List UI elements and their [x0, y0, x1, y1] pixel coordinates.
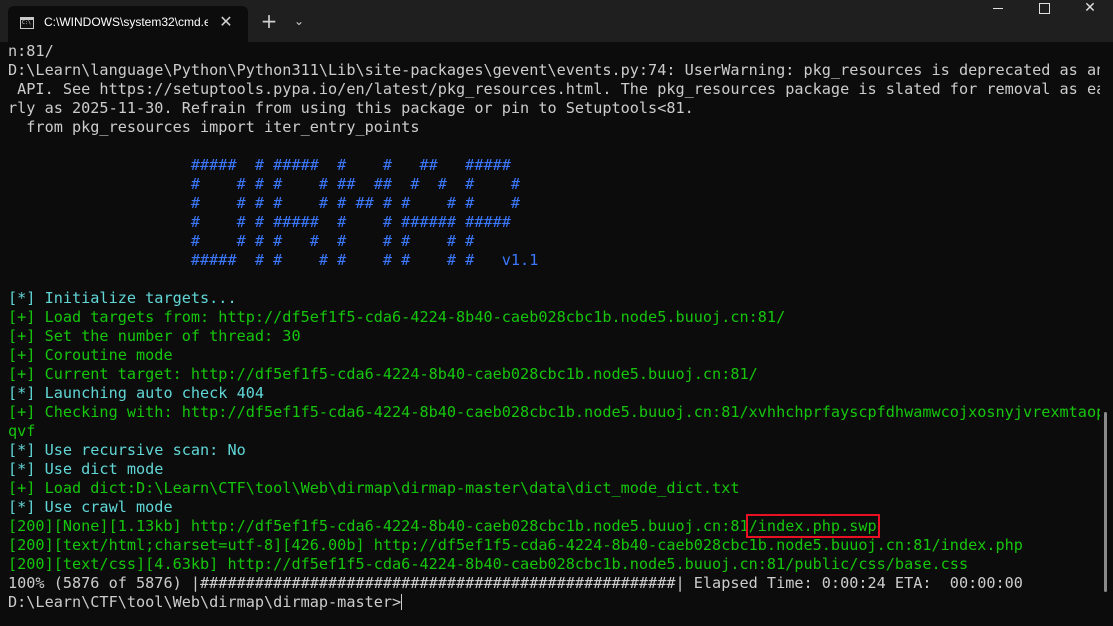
console-line: [+] Coroutine mode [8, 346, 1100, 365]
console-line: [+] Set the number of thread: 30 [8, 327, 1100, 346]
console-line: ##### # ##### # # ## ##### [8, 156, 1100, 175]
text-cursor [401, 594, 403, 610]
console-line-text: [*] Use dict mode [8, 460, 164, 478]
console-line-text: [+] Current target: http://df5ef1f5-cda6… [8, 365, 758, 383]
console-line: [200][None][1.13kb] http://df5ef1f5-cda6… [8, 514, 1100, 538]
console-line-text: API. See https://setuptools.pypa.io/en/l… [8, 80, 1100, 98]
minimize-icon [993, 7, 1003, 9]
console-line-text: [*] Use recursive scan: No [8, 441, 246, 459]
console-line: [+] Load dict:D:\Learn\CTF\tool\Web\dirm… [8, 479, 1100, 498]
console-line-text: ##### # ##### # # ## ##### [8, 156, 511, 174]
console-line: from pkg_resources import iter_entry_poi… [8, 118, 1100, 137]
console-line-text: [+] Set the number of thread: 30 [8, 327, 301, 345]
console-line-text: ##### # # # # # # # # v1.1 [8, 251, 539, 269]
console-line: rly as 2025-11-30. Refrain from using th… [8, 99, 1100, 118]
terminal-tab[interactable]: C:\WINDOWS\system32\cmd.e ✕ [8, 6, 248, 42]
console-line: [+] Current target: http://df5ef1f5-cda6… [8, 365, 1100, 384]
console-line-text: # # # ##### # # ###### ##### [8, 213, 511, 231]
console-line: ##### # # # # # # # # v1.1 [8, 251, 1100, 270]
console-line-text: qvf [8, 422, 36, 440]
console-line: # # # # # # ## # # # # # [8, 194, 1100, 213]
console-line: 100% (5876 of 5876) |###################… [8, 574, 1100, 593]
minimize-button[interactable] [975, 0, 1021, 40]
console-line: [+] Load targets from: http://df5ef1f5-c… [8, 308, 1100, 327]
tab-title: C:\WINDOWS\system32\cmd.e [44, 15, 208, 29]
console-line-text: [200][text/html;charset=utf-8][426.00b] … [8, 536, 1023, 554]
maximize-icon [1038, 2, 1050, 14]
console-line-text: [+] Checking with: http://df5ef1f5-cda6-… [8, 403, 1100, 421]
maximize-button[interactable] [1021, 0, 1067, 40]
console-output[interactable]: n:81/D:\Learn\language\Python\Python311\… [0, 42, 1100, 626]
console-line-text: rly as 2025-11-30. Refrain from using th… [8, 99, 694, 117]
console-line: # # # # # # # # # # [8, 232, 1100, 251]
console-line: n:81/ [8, 42, 1100, 61]
console-line: D:\Learn\CTF\tool\Web\dirmap\dirmap-mast… [8, 593, 1100, 612]
console-line: [200][text/html;charset=utf-8][426.00b] … [8, 536, 1100, 555]
console-line-text: 100% (5876 of 5876) |###################… [8, 574, 1023, 592]
terminal-window: C:\WINDOWS\system32\cmd.e ✕ + ⌄ ✕ n:81/D… [0, 0, 1113, 626]
console-line: [*] Use crawl mode [8, 498, 1100, 517]
highlighted-result: /index.php.swp [745, 514, 880, 538]
console-line: [200][text/css][4.63kb] http://df5ef1f5-… [8, 555, 1100, 574]
console-line: D:\Learn\language\Python\Python311\Lib\s… [8, 61, 1100, 80]
console-line-text: [+] Coroutine mode [8, 346, 173, 364]
close-window-button[interactable]: ✕ [1067, 0, 1113, 40]
console-line: [*] Use dict mode [8, 460, 1100, 479]
console-line-text: [*] Use crawl mode [8, 498, 173, 516]
console-line-text: [+] Load dict:D:\Learn\CTF\tool\Web\dirm… [8, 479, 740, 497]
tab-dropdown-button[interactable]: ⌄ [286, 8, 312, 34]
console-line: # # # ##### # # ###### ##### [8, 213, 1100, 232]
console-line: # # # # # ## ## # # # # [8, 175, 1100, 194]
console-line-text: # # # # # ## ## # # # # [8, 175, 521, 193]
console-line: [*] Launching auto check 404 [8, 384, 1100, 403]
console-line: API. See https://setuptools.pypa.io/en/l… [8, 80, 1100, 99]
console-line-text: # # # # # # ## # # # # # [8, 194, 521, 212]
scrollbar[interactable] [1104, 412, 1107, 592]
console-line: qvf [8, 422, 1100, 441]
console-line-text: # # # # # # # # # # [8, 232, 475, 250]
console-line-text: from pkg_resources import iter_entry_poi… [8, 118, 420, 136]
console-line: [+] Checking with: http://df5ef1f5-cda6-… [8, 403, 1100, 422]
console-line-text: D:\Learn\language\Python\Python311\Lib\s… [8, 61, 1100, 79]
cmd-icon [20, 17, 34, 29]
title-bar: C:\WINDOWS\system32\cmd.e ✕ + ⌄ ✕ [0, 0, 1113, 42]
console-line-text: [200][text/css][4.63kb] http://df5ef1f5-… [8, 555, 969, 573]
console-line-text: [+] Load targets from: http://df5ef1f5-c… [8, 308, 786, 326]
tab-close-button[interactable]: ✕ [214, 10, 238, 34]
new-tab-button[interactable]: + [256, 8, 282, 34]
console-line: [*] Initialize targets... [8, 289, 1100, 308]
console-line: [*] Use recursive scan: No [8, 441, 1100, 460]
console-line-text: [*] Launching auto check 404 [8, 384, 265, 402]
console-line-text: D:\Learn\CTF\tool\Web\dirmap\dirmap-mast… [8, 593, 402, 611]
console-line-text: [200][None][1.13kb] http://df5ef1f5-cda6… [8, 517, 749, 535]
console-line-text: [*] Initialize targets... [8, 289, 237, 307]
console-line-text: n:81/ [8, 42, 54, 60]
